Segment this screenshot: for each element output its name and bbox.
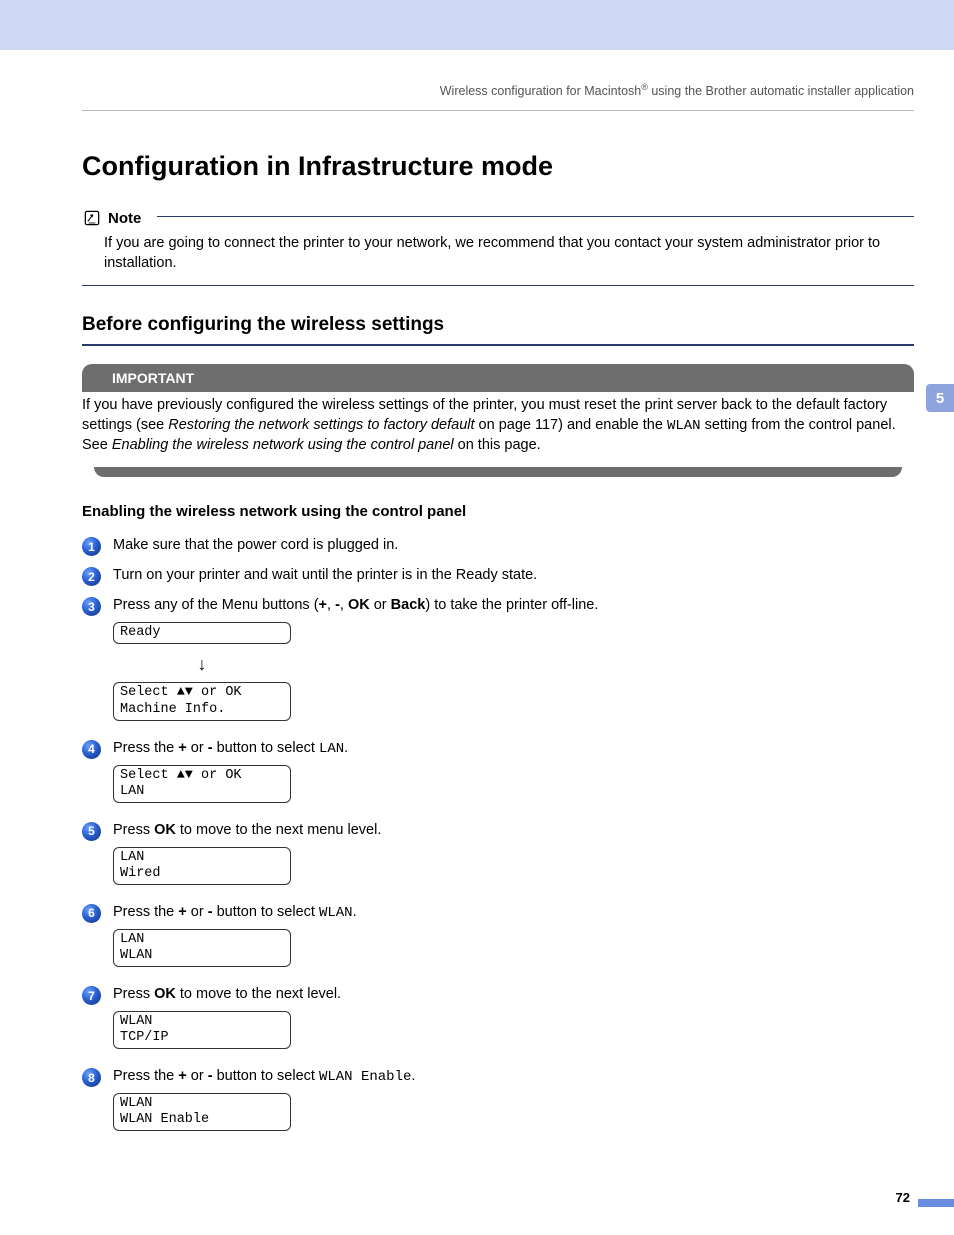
step-5: 5 Press OK to move to the next menu leve… [82,821,914,893]
s3-c1: , [327,597,335,613]
page-number-bar [918,1199,954,1207]
s4-t3: . [344,740,348,756]
s5-b1: OK [154,822,176,838]
important-footer [94,467,901,477]
step-bullet-6: 6 [82,904,101,923]
lcd-wlan-enable: WLAN WLAN Enable [113,1093,291,1131]
page-title: Configuration in Infrastructure mode [82,151,914,182]
s8-m: WLAN Enable [319,1069,411,1085]
step-6-body: Press the + or - button to select WLAN. … [113,903,914,975]
step-8: 8 Press the + or - button to select WLAN… [82,1067,914,1139]
s4-m: LAN [319,741,344,757]
note-rule-top [157,216,914,217]
lcd-ready: Ready [113,622,291,644]
s4-t2: button to select [213,740,319,756]
imp-italic-2: Enabling the wireless network using the … [112,437,454,453]
s5-t1: Press [113,822,154,838]
s4-t1: Press the [113,740,178,756]
header-left: Wireless configuration for Macintosh [440,84,641,98]
registered-mark: ® [641,82,648,92]
imp-text-2: on page 117) and enable the [475,417,667,433]
running-header: Wireless configuration for Macintosh® us… [82,82,914,111]
note-icon [82,208,102,228]
arrow-down-icon: ↓ [113,652,291,676]
important-bar: IMPORTANT [82,364,914,392]
s8-t2: button to select [213,1068,319,1084]
s8-b1: + [178,1068,186,1084]
note-heading-row: Note [82,208,914,228]
s3-b1: + [319,597,327,613]
header-right: using the Brother automatic installer ap… [648,84,914,98]
step-bullet-4: 4 [82,740,101,759]
note-rule-bottom [82,285,914,286]
lcd-wlan: LAN WLAN [113,929,291,967]
page-content: Wireless configuration for Macintosh® us… [0,0,954,1149]
step-8-body: Press the + or - button to select WLAN E… [113,1067,914,1139]
step-3: 3 Press any of the Menu buttons (+, -, O… [82,596,914,728]
note-label: Note [108,210,141,227]
s5-t2: to move to the next menu level. [176,822,382,838]
s7-b1: OK [154,986,176,1002]
s3-c3: or [370,597,391,613]
step-1: 1 Make sure that the power cord is plugg… [82,536,914,556]
s8-c1: or [187,1068,208,1084]
step-bullet-7: 7 [82,986,101,1005]
step-2-text: Turn on your printer and wait until the … [113,566,914,586]
lcd-lan: Select ▲▼ or OK LAN [113,765,291,803]
note-body: If you are going to connect the printer … [82,228,914,285]
s4-c1: or [187,740,208,756]
step-2: 2 Turn on your printer and wait until th… [82,566,914,586]
s8-t3: . [411,1068,415,1084]
s3-b3: OK [348,597,370,613]
note-block: Note If you are going to connect the pri… [82,208,914,286]
s4-b1: + [178,740,186,756]
step-6: 6 Press the + or - button to select WLAN… [82,903,914,975]
step-bullet-5: 5 [82,822,101,841]
lcd-wired: LAN Wired [113,847,291,885]
section-heading: Before configuring the wireless settings [82,314,914,346]
page-number: 72 [896,1190,910,1205]
lcd-machine-info: Select ▲▼ or OK Machine Info. [113,682,291,720]
step-7-body: Press OK to move to the next level. WLAN… [113,985,914,1057]
s8-t1: Press the [113,1068,178,1084]
s3-t1: Press any of the Menu buttons ( [113,597,319,613]
step-bullet-8: 8 [82,1068,101,1087]
sub-heading: Enabling the wireless network using the … [82,503,914,520]
step-4: 4 Press the + or - button to select LAN.… [82,739,914,811]
imp-italic-1: Restoring the network settings to factor… [168,417,474,433]
imp-mono-wlan: WLAN [667,418,701,434]
step-1-text: Make sure that the power cord is plugged… [113,536,914,556]
s7-t2: to move to the next level. [176,986,341,1002]
step-5-body: Press OK to move to the next menu level.… [113,821,914,893]
step-bullet-1: 1 [82,537,101,556]
s6-t3: . [353,904,357,920]
s6-t2: button to select [213,904,319,920]
step-bullet-2: 2 [82,567,101,586]
s6-c1: or [187,904,208,920]
step-3-body: Press any of the Menu buttons (+, -, OK … [113,596,914,728]
s7-t1: Press [113,986,154,1002]
s6-t1: Press the [113,904,178,920]
important-body: If you have previously configured the wi… [82,396,914,455]
step-bullet-3: 3 [82,597,101,616]
s6-m: WLAN [319,905,353,921]
s3-c2: , [340,597,348,613]
lcd-tcpip: WLAN TCP/IP [113,1011,291,1049]
step-7: 7 Press OK to move to the next level. WL… [82,985,914,1057]
s3-t2: ) to take the printer off-line. [425,597,598,613]
s6-b1: + [178,904,186,920]
step-4-body: Press the + or - button to select LAN. S… [113,739,914,811]
s3-b4: Back [391,597,426,613]
imp-text-4: on this page. [454,437,541,453]
